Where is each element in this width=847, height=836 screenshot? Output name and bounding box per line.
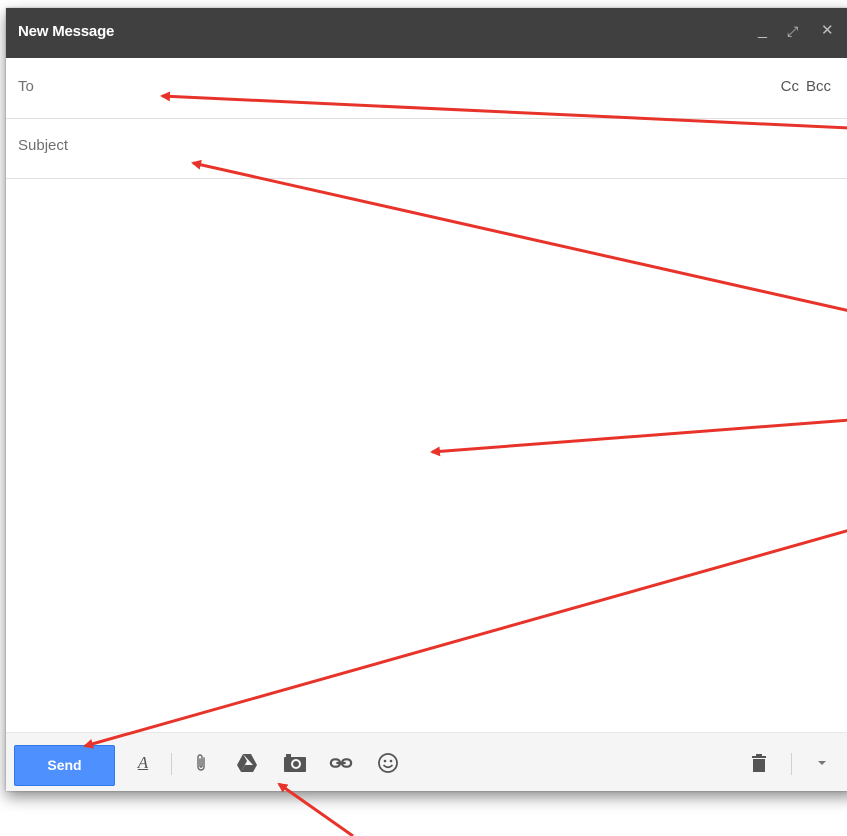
compose-window: New Message _ ⤢ ✕ To Cc Bcc Subject Send … [6, 8, 847, 791]
compose-toolbar: Send A [6, 732, 847, 791]
more-options-icon[interactable] [810, 751, 834, 775]
expand-icon[interactable]: ⤢ [787, 22, 798, 40]
subject-label: Subject [18, 137, 69, 154]
screenshot-stage: New Message _ ⤢ ✕ To Cc Bcc Subject Send … [0, 0, 847, 836]
to-field[interactable]: To Cc Bcc [6, 58, 847, 119]
attach-icon[interactable] [189, 751, 213, 775]
subject-field[interactable]: Subject [6, 119, 847, 179]
cc-link[interactable]: Cc [781, 78, 799, 95]
format-text-icon[interactable]: A [131, 751, 155, 775]
link-icon[interactable] [329, 751, 353, 775]
to-label: To [18, 78, 34, 95]
minimize-icon[interactable]: _ [758, 22, 767, 40]
send-button[interactable]: Send [14, 745, 115, 786]
toolbar-divider [171, 753, 172, 775]
arrow-toolbar [277, 782, 354, 836]
message-body[interactable] [6, 179, 847, 732]
close-icon[interactable]: ✕ [821, 22, 834, 40]
photo-icon[interactable] [283, 751, 307, 775]
drive-icon[interactable] [235, 751, 259, 775]
compose-titlebar[interactable]: New Message _ ⤢ ✕ [6, 8, 847, 58]
cc-bcc-links: Cc Bcc [781, 78, 831, 95]
emoji-icon[interactable] [376, 751, 400, 775]
toolbar-divider [791, 753, 792, 775]
bcc-link[interactable]: Bcc [806, 78, 831, 95]
trash-icon[interactable] [747, 751, 771, 775]
compose-title: New Message [18, 23, 115, 40]
